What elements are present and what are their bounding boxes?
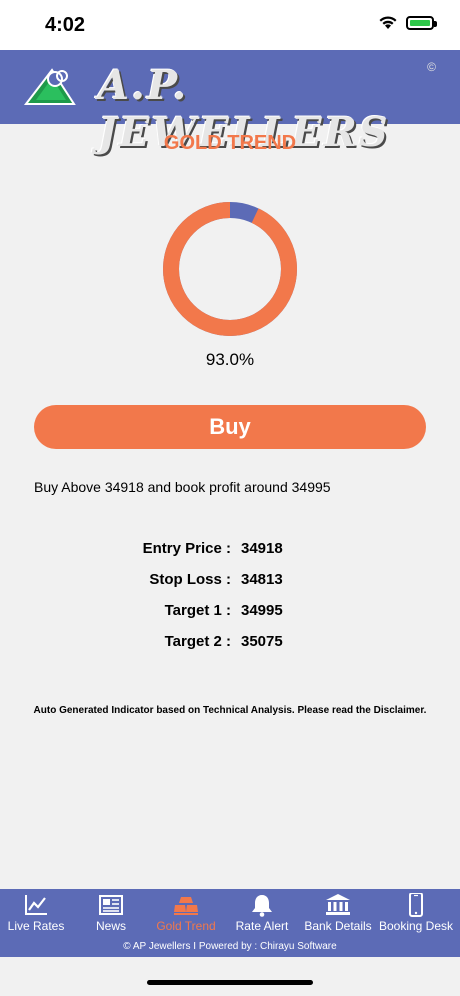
- tab-news[interactable]: News: [75, 889, 147, 935]
- disclaimer-text[interactable]: Auto Generated Indicator based on Techni…: [0, 705, 460, 716]
- level-value: 34813: [241, 571, 283, 588]
- tab-label: Bank Details: [304, 919, 372, 933]
- bank-icon: [326, 894, 350, 915]
- tab-bank-details[interactable]: Bank Details: [302, 889, 374, 935]
- level-label: Stop Loss :: [149, 571, 231, 588]
- battery-icon: [406, 15, 437, 30]
- tab-booking-desk[interactable]: Booking Desk: [378, 889, 454, 935]
- wifi-icon: [379, 16, 397, 29]
- donut-buy-segment: [163, 202, 297, 336]
- buy-button[interactable]: Buy: [34, 405, 426, 449]
- tab-rate-alert[interactable]: Rate Alert: [226, 889, 298, 935]
- level-value: 34918: [241, 540, 283, 557]
- logo-icon: [23, 68, 76, 105]
- stop-loss-row: Stop Loss : 34813: [0, 571, 460, 593]
- app-header: A.P. JEWELLERS ©: [0, 50, 460, 156]
- tab-label: News: [95, 919, 126, 933]
- level-label: Entry Price :: [142, 540, 231, 557]
- status-icons: [378, 15, 437, 30]
- tab-label: Booking Desk: [378, 919, 454, 933]
- copyright-mark: ©: [427, 60, 436, 74]
- tab-label: Gold Trend: [156, 919, 216, 933]
- home-indicator: [147, 980, 313, 985]
- bottom-tab-bar: Live Rates News Gold Trend Rate Alert Ba…: [0, 889, 460, 957]
- entry-price-row: Entry Price : 34918: [0, 540, 460, 562]
- tab-gold-trend[interactable]: Gold Trend: [150, 889, 222, 935]
- level-label: Target 1 :: [164, 602, 231, 619]
- newspaper-icon: [99, 895, 123, 915]
- trend-donut-chart: [163, 202, 297, 336]
- phone-icon: [409, 893, 423, 917]
- footer-credit: © AP Jewellers I Powered by : Chirayu So…: [123, 941, 337, 952]
- tab-live-rates[interactable]: Live Rates: [0, 889, 72, 935]
- status-time: 4:02: [45, 14, 86, 36]
- line-chart-icon: [25, 895, 47, 915]
- target-2-row: Target 2 : 35075: [0, 633, 460, 655]
- level-label: Target 2 :: [164, 633, 231, 650]
- gold-bars-icon: [174, 897, 198, 915]
- tab-label: Rate Alert: [235, 919, 289, 933]
- level-value: 35075: [241, 633, 283, 650]
- target-1-row: Target 1 : 34995: [0, 602, 460, 624]
- tab-label: Live Rates: [7, 919, 65, 933]
- bell-icon: [252, 895, 272, 917]
- status-bar: 4:02: [0, 0, 460, 50]
- level-value: 34995: [241, 602, 283, 619]
- trade-advice: Buy Above 34918 and book profit around 3…: [34, 479, 331, 495]
- buy-percent-label: 93.0%: [205, 350, 255, 369]
- page-title: GOLD TREND: [163, 132, 297, 154]
